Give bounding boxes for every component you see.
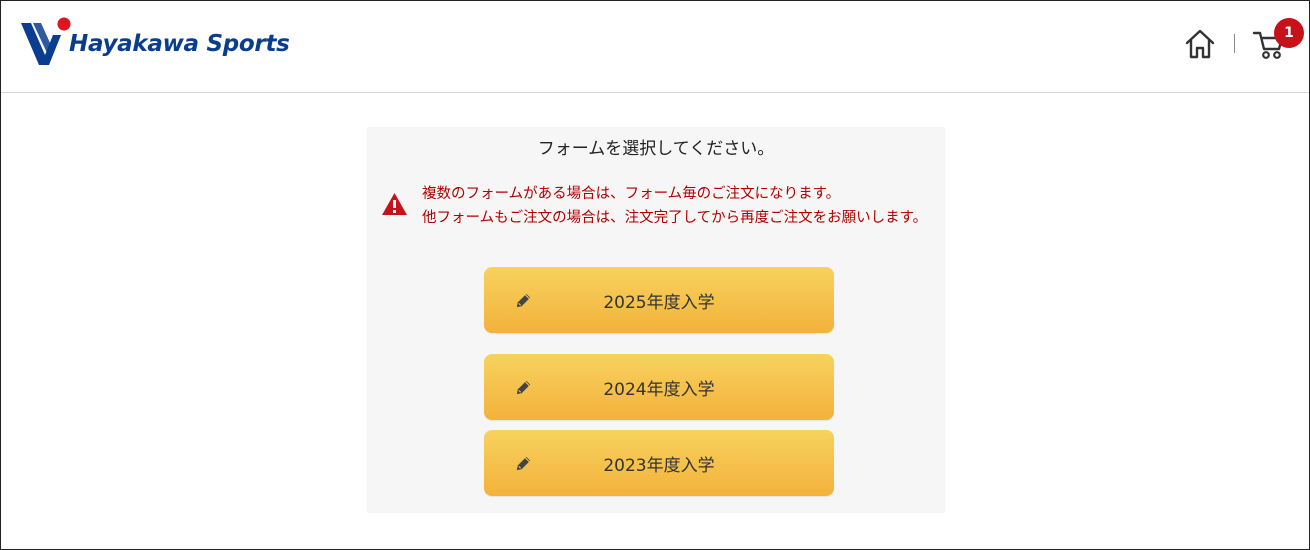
form-button-label: 2025年度入学 [603, 292, 715, 313]
home-icon [1185, 29, 1215, 59]
form-button-2024[interactable]: 2024年度入学 [484, 354, 834, 420]
form-select-panel: フォームを選択してください。 複数のフォームがある場合は、フォーム毎のご注文にな… [367, 127, 945, 513]
form-button-label: 2023年度入学 [603, 455, 715, 476]
form-button-label: 2024年度入学 [603, 379, 715, 400]
panel-title: フォームを選択してください。 [537, 139, 775, 159]
home-button[interactable] [1183, 27, 1217, 61]
warning-message: 複数のフォームがある場合は、フォーム毎のご注文になります。 他フォームもご注文の… [381, 182, 927, 230]
form-button-2023[interactable]: 2023年度入学 [484, 430, 834, 496]
site-logo[interactable]: Hayakawa Sports [19, 15, 290, 71]
logo-text: Hayakawa Sports [69, 31, 290, 57]
warning-line-1: 複数のフォームがある場合は、フォーム毎のご注文になります。 [422, 186, 841, 202]
page-frame: Hayakawa Sports 1 フォームを選択してください。 複数のフォーム… [0, 0, 1310, 550]
form-button-2025[interactable]: 2025年度入学 [484, 267, 834, 333]
warning-line-2: 他フォームもご注文の場合は、注文完了してから再度ご注文をお願いします。 [422, 210, 928, 226]
warning-text: 複数のフォームがある場合は、フォーム毎のご注文になります。 他フォームもご注文の… [422, 182, 927, 230]
site-header: Hayakawa Sports 1 [1, 1, 1309, 93]
warning-icon [382, 193, 407, 215]
logo-mark-icon [21, 17, 71, 65]
cart-count-badge: 1 [1274, 18, 1304, 48]
header-divider [1234, 34, 1235, 53]
